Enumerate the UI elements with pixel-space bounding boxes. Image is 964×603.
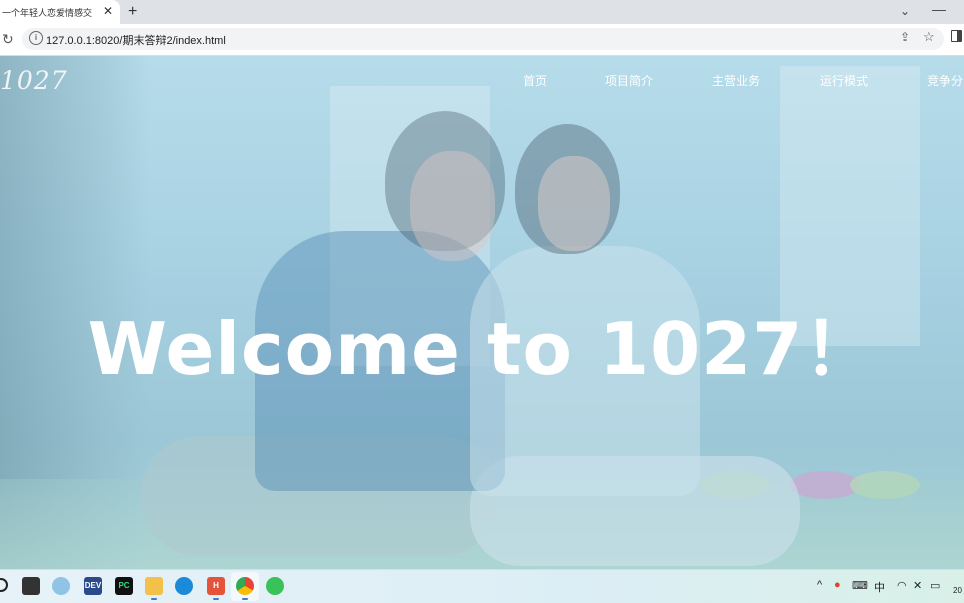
reload-icon[interactable]: ↻ xyxy=(2,31,14,48)
windows-taskbar: DEV PC H ^ ● ⌨ 中 ◠ ✕ ▭ 20 xyxy=(0,569,964,603)
volume-muted-icon[interactable]: ✕ xyxy=(913,579,922,592)
wifi-icon[interactable]: ◠ xyxy=(897,579,907,592)
nav-item-project-intro[interactable]: 项目简介 xyxy=(605,72,653,89)
browser-tab[interactable]: 一个年轻人恋爱情感交 ✕ xyxy=(0,0,120,24)
nav-item-main-business[interactable]: 主营业务 xyxy=(712,72,760,89)
tab-search-chevron-icon[interactable]: ⌄ xyxy=(900,4,910,18)
tab-title: 一个年轻人恋爱情感交 xyxy=(2,8,93,18)
minimize-button[interactable]: — xyxy=(932,1,946,17)
side-panel-icon[interactable] xyxy=(951,30,962,42)
ime-indicator[interactable]: 中 xyxy=(874,579,885,595)
clock[interactable]: 20 xyxy=(953,586,962,595)
nav-item-competition[interactable]: 竞争分 xyxy=(927,72,963,89)
site-logo[interactable]: 1027 xyxy=(0,66,68,95)
running-indicator xyxy=(151,598,157,600)
dev-icon[interactable]: DEV xyxy=(84,577,102,595)
url-text[interactable]: 127.0.0.1:8020/期末答辩2/index.html xyxy=(46,32,226,48)
chrome-icon[interactable] xyxy=(236,577,254,595)
task-view-icon[interactable] xyxy=(22,577,40,595)
edge-icon[interactable] xyxy=(175,577,193,595)
bookmark-star-icon[interactable]: ☆ xyxy=(923,29,935,45)
new-tab-button[interactable]: + xyxy=(128,2,137,22)
keyboard-icon[interactable]: ⌨ xyxy=(852,579,868,592)
running-indicator xyxy=(213,598,219,600)
wechat-icon[interactable] xyxy=(266,577,284,595)
search-icon[interactable] xyxy=(0,578,8,592)
browser-tab-strip: 一个年轻人恋爱情感交 ✕ + ⌄ — xyxy=(0,0,964,24)
address-bar[interactable]: i 127.0.0.1:8020/期末答辩2/index.html ⇪ ☆ xyxy=(22,28,944,50)
hero-headline: Welcome to 1027！ xyxy=(87,307,877,391)
app-icon[interactable] xyxy=(52,577,70,595)
browser-toolbar: ↻ i 127.0.0.1:8020/期末答辩2/index.html ⇪ ☆ xyxy=(0,24,964,56)
tray-app-icon[interactable]: ● xyxy=(834,579,841,591)
share-icon[interactable]: ⇪ xyxy=(900,30,910,44)
nav-item-home[interactable]: 首页 xyxy=(523,72,547,89)
pycharm-icon[interactable]: PC xyxy=(115,577,133,595)
tray-chevron-up-icon[interactable]: ^ xyxy=(817,579,822,591)
shrub xyxy=(850,471,920,499)
man-figure-face xyxy=(410,151,495,261)
woman-figure-face xyxy=(538,156,610,251)
tab-close-icon[interactable]: ✕ xyxy=(103,4,113,18)
battery-icon[interactable]: ▭ xyxy=(930,579,940,592)
hero-banner: 1027 首页 项目简介 主营业务 运行模式 竞争分 Welcome to 10… xyxy=(0,56,964,569)
file-explorer-icon[interactable] xyxy=(145,577,163,595)
running-indicator xyxy=(242,598,248,600)
hbuilder-icon[interactable]: H xyxy=(207,577,225,595)
site-info-icon[interactable]: i xyxy=(29,31,43,45)
nav-item-operation-mode[interactable]: 运行模式 xyxy=(820,72,868,89)
